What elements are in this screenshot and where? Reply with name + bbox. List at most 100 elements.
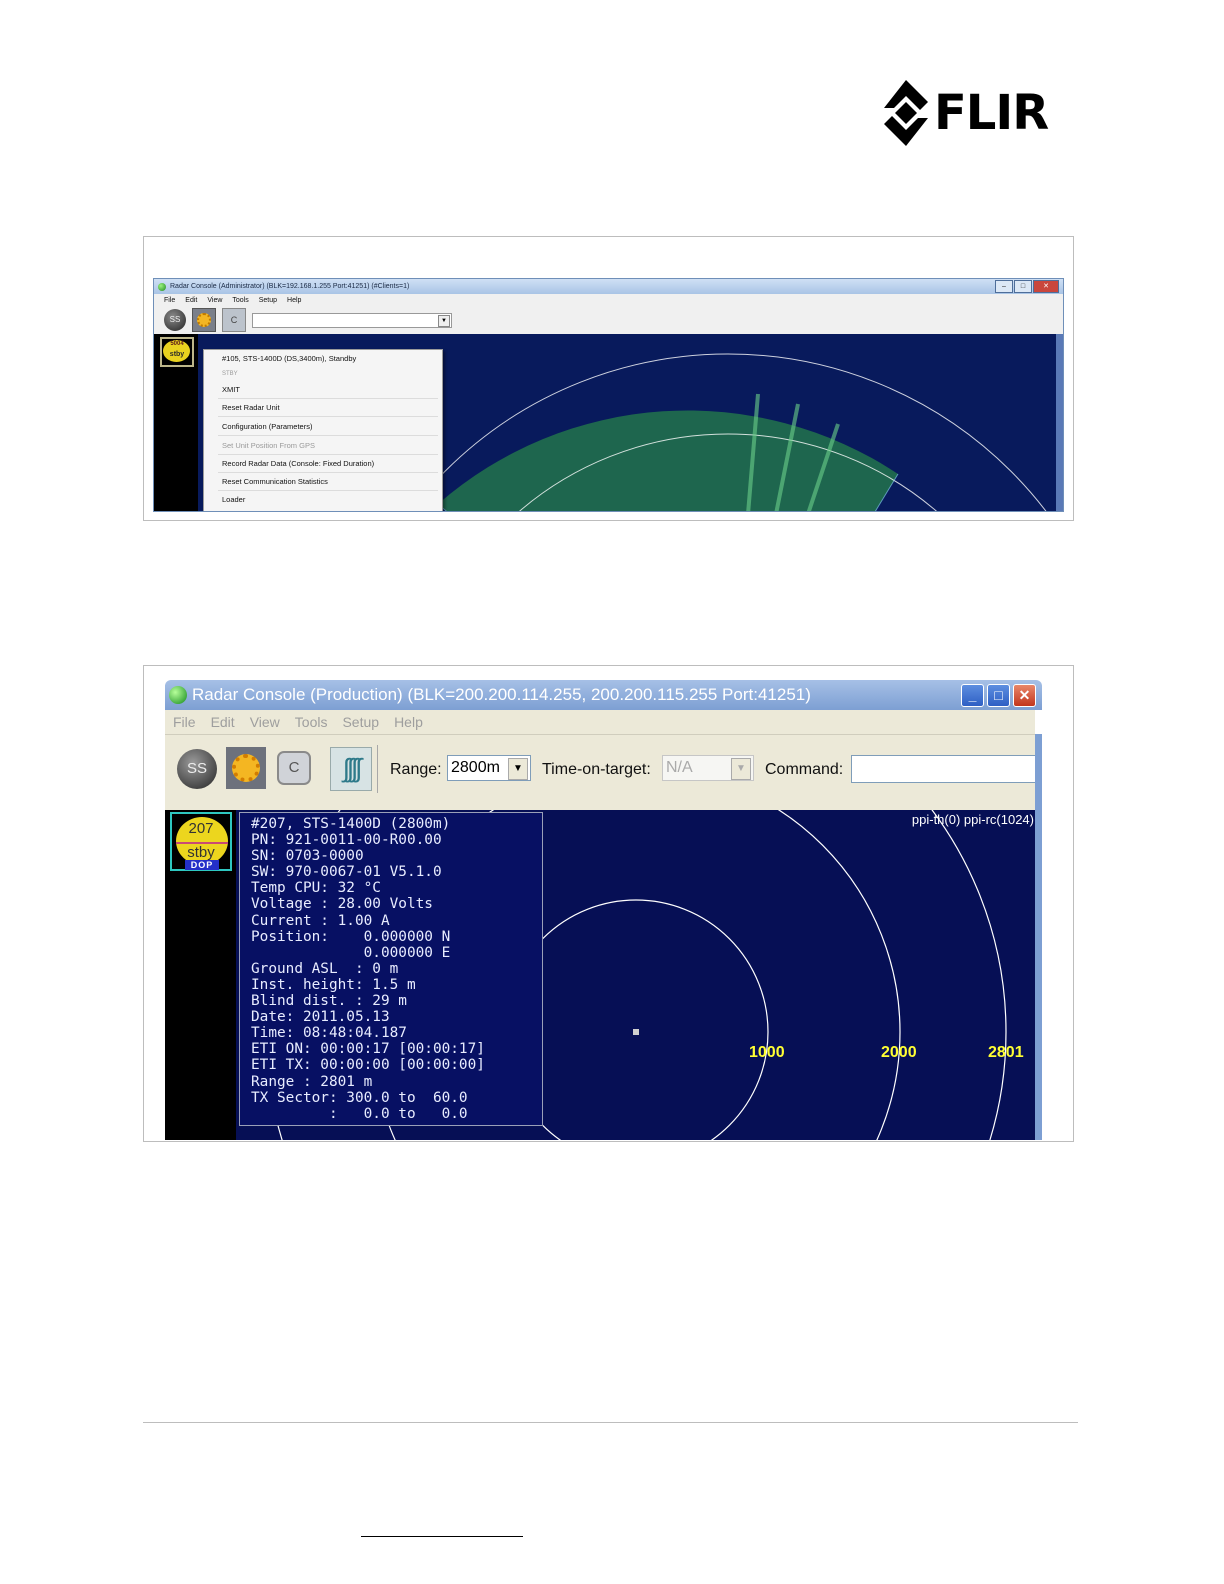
ppi-status-label: ppi-th(0) ppi-rc(1024): [911, 812, 1034, 827]
menu-help[interactable]: Help: [394, 714, 423, 730]
unit-state: stby: [169, 351, 185, 358]
menu-separator: [218, 454, 438, 455]
range-ring-1000: [503, 899, 769, 1140]
menu-tools[interactable]: Tools: [295, 714, 328, 730]
range-label: Range:: [390, 761, 442, 778]
flir-logo: FLIR: [884, 80, 1074, 146]
screenshot-frame-2: Radar Console (Production) (BLK=200.200.…: [143, 665, 1074, 1142]
flir-wordmark: FLIR: [934, 85, 1049, 141]
gear-button[interactable]: [192, 308, 216, 332]
info-line: ETI ON: 00:00:17 [00:00:17]: [251, 1041, 485, 1058]
info-line: PN: 921-0011-00-R00.00: [251, 832, 442, 849]
vertical-scrollbar[interactable]: [1035, 734, 1042, 1140]
info-line: SW: 970-0067-01 V5.1.0: [251, 864, 442, 881]
gear-icon: [197, 313, 211, 327]
info-line: ETI TX: 00:00:00 [00:00:00]: [251, 1057, 485, 1074]
close-button[interactable]: ✕: [1013, 684, 1036, 707]
context-menu-header: #105, STS-1400D (DS,3400m), Standby: [222, 354, 357, 363]
unit-id: 5004: [170, 341, 184, 347]
unit-select[interactable]: ▼: [252, 312, 452, 328]
ss-button[interactable]: SS: [177, 749, 217, 789]
gear-icon: [232, 754, 260, 782]
window-title: Radar Console (Production) (BLK=200.200.…: [192, 685, 811, 704]
footnote-rule: [361, 1536, 523, 1537]
ss-button[interactable]: SS: [164, 309, 186, 331]
menu-separator: [218, 435, 438, 436]
radar-console-production-window: Radar Console (Production) (BLK=200.200.…: [165, 680, 1042, 1140]
unit-mode-tag: DOP: [185, 860, 219, 870]
info-line: Ground ASL : 0 m: [251, 960, 399, 977]
chevron-down-icon: ▼: [508, 758, 528, 780]
hex-button[interactable]: C: [222, 308, 246, 332]
menu-setup[interactable]: Setup: [342, 714, 379, 730]
info-line: Voltage : 28.00 Volts: [251, 896, 433, 913]
menu-separator: [218, 472, 438, 473]
info-line: Date: 2011.05.13: [251, 1009, 390, 1026]
footer-rule: [143, 1422, 1078, 1423]
info-line: SN: 0703-0000: [251, 848, 364, 865]
radar-console-admin-window: Radar Console (Administrator) (BLK=192.1…: [153, 278, 1064, 512]
unit-badge[interactable]: 5004 stby: [160, 337, 194, 367]
info-line: Current : 1.00 A: [251, 912, 390, 929]
menu-edit[interactable]: Edit: [211, 714, 235, 730]
maximize-button[interactable]: □: [1014, 280, 1032, 293]
info-line: Position: 0.000000 N: [251, 928, 451, 945]
info-line: Range : 2801 m: [251, 1073, 373, 1090]
minimize-button[interactable]: _: [961, 684, 984, 707]
info-line: TX Sector: 300.0 to 60.0: [251, 1089, 468, 1106]
radar-origin-marker: [633, 1029, 639, 1035]
app-icon: [158, 282, 166, 291]
unit-badge[interactable]: 207 stby DOP: [170, 812, 232, 871]
menu-item-record-radar-data[interactable]: Record Radar Data (Console: Fixed Durati…: [222, 459, 374, 468]
hex-icon: C: [277, 751, 311, 785]
range-label-2000: 2000: [881, 1044, 917, 1061]
hex-button[interactable]: C: [275, 749, 313, 787]
info-line: Inst. height: 1.5 m: [251, 976, 416, 993]
menu-view[interactable]: View: [207, 297, 222, 304]
menu-item-reset-comm-stats[interactable]: Reset Communication Statistics: [222, 477, 328, 486]
info-line: Blind dist. : 29 m: [251, 993, 407, 1010]
range-label-1000: 1000: [749, 1044, 785, 1061]
menu-item-xmit[interactable]: XMIT: [222, 385, 240, 394]
unit-context-menu: #105, STS-1400D (DS,3400m), Standby STBY…: [203, 349, 443, 511]
toolbar: SS C ∫∫∫∫ Range: 2800m ▼ Time-on-target:…: [165, 734, 1035, 810]
menu-separator: [218, 490, 438, 491]
window-title: Radar Console (Administrator) (BLK=192.1…: [170, 283, 410, 290]
menu-file[interactable]: File: [173, 714, 196, 730]
menu-bar: File Edit View Tools Setup Help: [154, 294, 1063, 306]
menu-item-reset-radar-unit[interactable]: Reset Radar Unit: [222, 403, 280, 412]
title-bar: Radar Console (Production) (BLK=200.200.…: [165, 680, 1042, 710]
info-line: 0.000000 E: [251, 944, 451, 961]
range-select[interactable]: 2800m ▼: [447, 755, 531, 781]
menu-edit[interactable]: Edit: [185, 297, 197, 304]
vertical-scrollbar[interactable]: [1056, 334, 1063, 511]
menu-setup[interactable]: Setup: [259, 297, 277, 304]
menu-file[interactable]: File: [164, 297, 175, 304]
unit-number: 207: [188, 820, 214, 837]
close-button[interactable]: ✕: [1033, 280, 1059, 293]
info-line: Time: 08:48:04.187: [251, 1025, 407, 1042]
chevron-down-icon: ▼: [438, 314, 450, 327]
info-line: : 0.0 to 0.0: [251, 1105, 468, 1122]
menu-item-stby[interactable]: STBY: [222, 371, 238, 377]
title-bar: Radar Console (Administrator) (BLK=192.1…: [154, 279, 1063, 294]
menu-item-configuration[interactable]: Configuration (Parameters): [222, 422, 312, 431]
menu-view[interactable]: View: [250, 714, 280, 730]
command-input[interactable]: [851, 755, 1035, 783]
time-on-target-select[interactable]: N/A ▼: [662, 755, 754, 781]
menu-tools[interactable]: Tools: [232, 297, 248, 304]
menu-item-loader[interactable]: Loader: [222, 495, 245, 504]
maximize-button[interactable]: □: [987, 684, 1010, 707]
unit-sidebar: 5004 stby: [154, 334, 198, 511]
toolbar-separator: [377, 745, 378, 793]
menu-item-set-position-gps[interactable]: Set Unit Position From GPS: [222, 441, 315, 450]
range-label-2801: 2801: [988, 1044, 1024, 1061]
app-icon: [169, 686, 187, 704]
screenshot-frame-1: Radar Console (Administrator) (BLK=192.1…: [143, 236, 1074, 521]
info-line: Temp CPU: 32 °C: [251, 880, 381, 897]
waveform-button[interactable]: ∫∫∫∫: [330, 747, 372, 791]
menu-help[interactable]: Help: [287, 297, 301, 304]
gear-button[interactable]: [226, 747, 266, 789]
unit-state: stby: [187, 844, 215, 861]
minimize-button[interactable]: –: [995, 280, 1013, 293]
